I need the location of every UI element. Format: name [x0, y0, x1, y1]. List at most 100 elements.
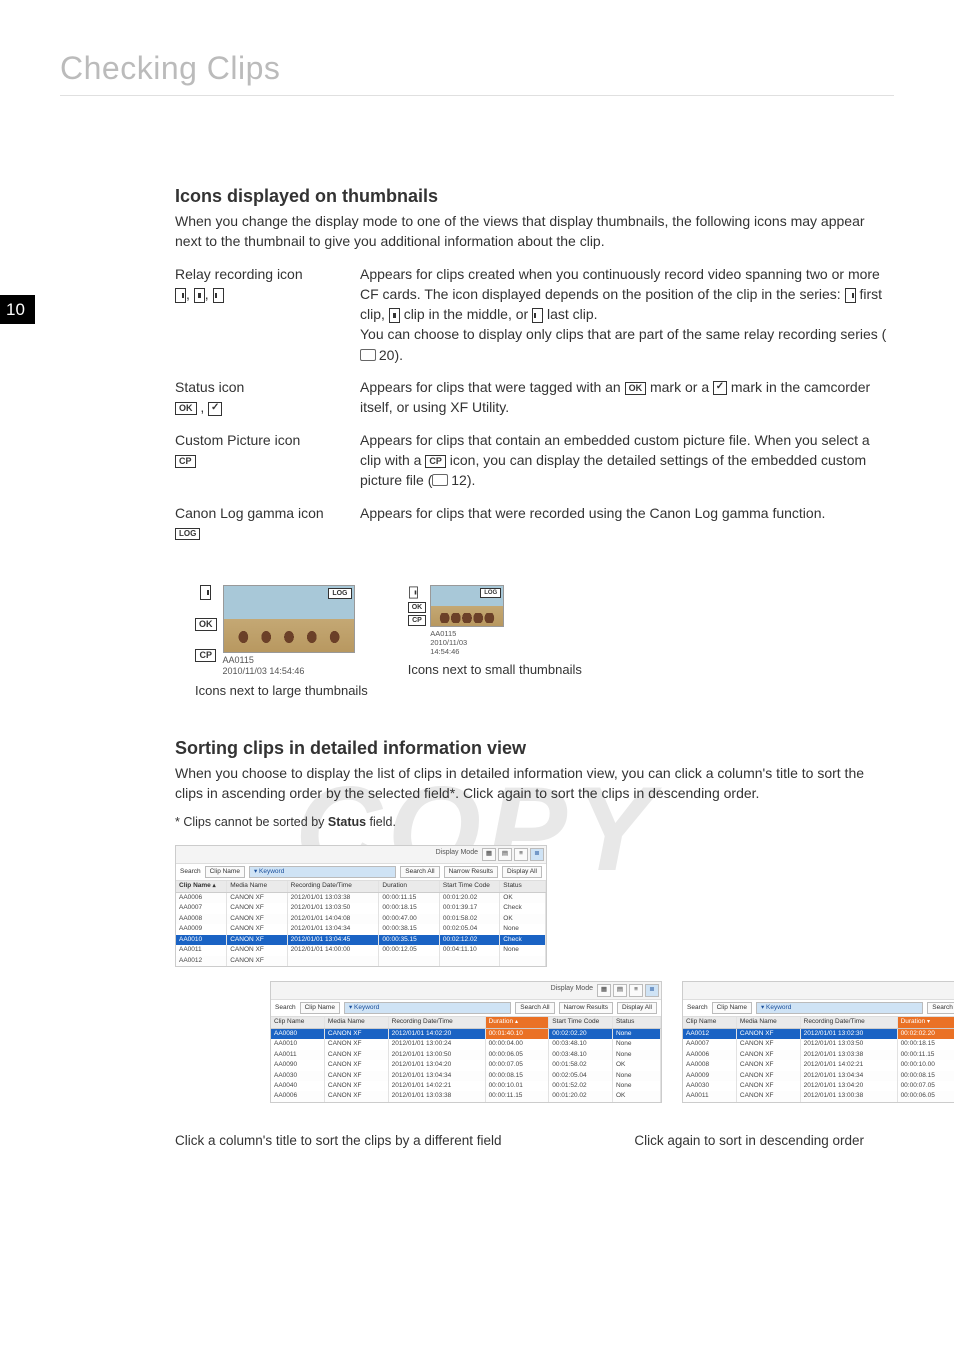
small-clip-name: AA0115 2010/11/03 14:54:46: [430, 629, 504, 656]
status-icon-description: Appears for clips that were tagged with …: [360, 377, 894, 430]
view-list-button[interactable]: ≡: [629, 984, 643, 996]
check-icon: [208, 402, 222, 416]
large-thumb-caption: Icons next to large thumbnails: [195, 683, 368, 698]
view-list-button[interactable]: ≡: [514, 848, 528, 860]
cp-icon: CP: [408, 615, 427, 626]
search-all-button[interactable]: Search All: [400, 866, 439, 878]
relay-first-icon-inline: [845, 288, 856, 303]
log-icon-label: Canon Log gamma icon LOG: [175, 503, 360, 556]
cp-icon: CP: [175, 455, 196, 468]
sort-desc-icon: ▾: [927, 1019, 930, 1025]
caption-sort-descending: Click again to sort in descending order: [634, 1133, 864, 1148]
keyword-input[interactable]: ▾ Keyword: [344, 1002, 511, 1014]
table-row[interactable]: AA0008CANON XF2012/01/01 14:04:0800:00:4…: [176, 914, 546, 924]
table-row[interactable]: AA0030CANON XF2012/01/01 13:04:2000:00:0…: [683, 1081, 954, 1091]
status-icon-label: Status icon OK ,: [175, 377, 360, 430]
clip-name: AA0115 2010/11/03 14:54:46: [223, 655, 355, 677]
narrow-results-button[interactable]: Narrow Results: [444, 866, 498, 878]
view-detail-button[interactable]: ≣: [530, 848, 544, 860]
display-all-button[interactable]: Display All: [617, 1002, 657, 1014]
sort-asc-icon: ▴: [515, 1019, 518, 1025]
table-row[interactable]: AA0010CANON XF2012/01/01 13:04:4500:00:3…: [176, 935, 546, 945]
cp-icon: CP: [195, 649, 216, 662]
table-row[interactable]: AA0007CANON XF2012/01/01 13:03:5000:00:1…: [683, 1039, 954, 1049]
small-thumb-caption: Icons next to small thumbnails: [408, 662, 582, 677]
table-row[interactable]: AA0006CANON XF2012/01/01 13:03:3800:00:1…: [271, 1091, 661, 1101]
ok-icon: OK: [195, 618, 217, 631]
relay-icon-label: Relay recording icon , ,: [175, 264, 360, 377]
display-mode-label: Display Mode: [436, 848, 478, 860]
table-row[interactable]: AA0006CANON XF2012/01/01 13:03:3800:00:1…: [683, 1050, 954, 1060]
view-large-thumb-button[interactable]: ▦: [597, 984, 611, 996]
log-icon: LOG: [480, 588, 501, 598]
large-thumbnail: LOG: [223, 585, 355, 653]
search-label: Search: [275, 1004, 296, 1012]
table-header-row[interactable]: Clip Name ▴ Media Name Recording Date/Ti…: [176, 881, 546, 893]
icon-description-table: Relay recording icon , , Appears for cli…: [175, 264, 894, 556]
sort-asc-icon: ▴: [213, 883, 216, 889]
page-title: Checking Clips: [60, 50, 894, 96]
search-all-button[interactable]: Search All: [515, 1002, 554, 1014]
table-row[interactable]: AA0007CANON XF2012/01/01 13:03:5000:00:1…: [176, 903, 546, 913]
display-all-button[interactable]: Display All: [502, 866, 542, 878]
relay-last-icon: [213, 288, 224, 303]
table-row[interactable]: AA0040CANON XF2012/01/01 14:02:2100:00:1…: [271, 1081, 661, 1091]
table-row[interactable]: AA0006CANON XF2012/01/01 13:03:3800:00:1…: [176, 893, 546, 903]
view-large-thumb-button[interactable]: ▦: [482, 848, 496, 860]
narrow-results-button[interactable]: Narrow Results: [559, 1002, 613, 1014]
cp-icon-inline: CP: [425, 455, 446, 468]
section-heading-icons: Icons displayed on thumbnails: [175, 186, 894, 207]
page-ref-icon: [432, 474, 448, 486]
relay-first-icon: [200, 585, 211, 600]
table-row[interactable]: AA0090CANON XF2012/01/01 13:04:2000:00:0…: [271, 1060, 661, 1070]
table-header-row[interactable]: Clip Name Media Name Recording Date/Time…: [271, 1017, 661, 1029]
view-small-thumb-button[interactable]: ▤: [613, 984, 627, 996]
table-row[interactable]: AA0030CANON XF2012/01/01 13:04:3400:00:0…: [271, 1071, 661, 1081]
search-label: Search: [180, 868, 201, 876]
relay-first-icon: [409, 587, 418, 599]
table-row[interactable]: AA0009CANON XF2012/01/01 13:04:3400:00:3…: [176, 924, 546, 934]
search-field-select[interactable]: Clip Name: [712, 1002, 752, 1014]
table-row[interactable]: AA0012CANON XF2012/01/01 13:02:3000:02:0…: [683, 1029, 954, 1039]
search-field-select[interactable]: Clip Name: [205, 866, 245, 878]
clip-list-sorted-by-name: Display Mode ▦ ▤ ≡ ≣ Search Clip Name ▾ …: [175, 845, 547, 967]
log-icon: LOG: [175, 528, 200, 540]
keyword-input[interactable]: ▾ Keyword: [756, 1002, 923, 1014]
table-row[interactable]: AA0080CANON XF2012/01/01 14:02:2000:01:4…: [271, 1029, 661, 1039]
page-number: 10: [0, 295, 35, 324]
relay-last-icon-inline: [532, 308, 543, 323]
keyword-input[interactable]: ▾ Keyword: [249, 866, 396, 878]
clip-list-sorted-by-duration-desc: Display Mode ▦ ▤ ≡ ≣ Search Clip Name ▾ …: [682, 981, 954, 1103]
check-icon-inline: [713, 381, 727, 395]
log-icon-description: Appears for clips that were recorded usi…: [360, 503, 894, 556]
table-row[interactable]: AA0011CANON XF2012/01/01 13:00:3800:00:0…: [683, 1091, 954, 1101]
view-detail-button[interactable]: ≣: [645, 984, 659, 996]
relay-mid-icon: [194, 288, 205, 303]
search-all-button[interactable]: Search All: [927, 1002, 954, 1014]
relay-mid-icon-inline: [389, 308, 400, 323]
relay-first-icon: [175, 288, 186, 303]
log-icon: LOG: [328, 588, 351, 599]
cp-icon-label: Custom Picture icon CP: [175, 430, 360, 503]
section-heading-sorting: Sorting clips in detailed information vi…: [175, 738, 894, 759]
caption-sort-column: Click a column's title to sort the clips…: [175, 1133, 501, 1148]
table-row[interactable]: AA0010CANON XF2012/01/01 13:00:2400:00:0…: [271, 1039, 661, 1049]
table-row[interactable]: AA0011CANON XF2012/01/01 14:00:0000:00:1…: [176, 945, 546, 955]
table-header-row[interactable]: Clip Name Media Name Recording Date/Time…: [683, 1017, 954, 1029]
thumbnail-examples: OK CP LOG AA0115 2010/11/03 14:54:46: [195, 585, 894, 698]
search-field-select[interactable]: Clip Name: [300, 1002, 340, 1014]
table-row[interactable]: AA0009CANON XF2012/01/01 13:04:3400:00:0…: [683, 1071, 954, 1081]
ok-icon-inline: OK: [625, 382, 647, 395]
relay-icon-description: Appears for clips created when you conti…: [360, 264, 894, 377]
search-label: Search: [687, 1004, 708, 1012]
display-mode-label: Display Mode: [551, 984, 593, 996]
section-sorting-intro: When you choose to display the list of c…: [175, 763, 894, 804]
view-small-thumb-button[interactable]: ▤: [498, 848, 512, 860]
cp-icon-description: Appears for clips that contain an embedd…: [360, 430, 894, 503]
table-row[interactable]: AA0011CANON XF2012/01/01 13:00:5000:00:0…: [271, 1050, 661, 1060]
small-thumbnail: LOG: [430, 585, 504, 627]
sorting-footnote: * Clips cannot be sorted by Status field…: [175, 815, 894, 829]
table-row[interactable]: AA0012CANON XF: [176, 956, 546, 966]
table-row[interactable]: AA0008CANON XF2012/01/01 14:02:2100:00:1…: [683, 1060, 954, 1070]
ok-icon: OK: [175, 402, 197, 415]
